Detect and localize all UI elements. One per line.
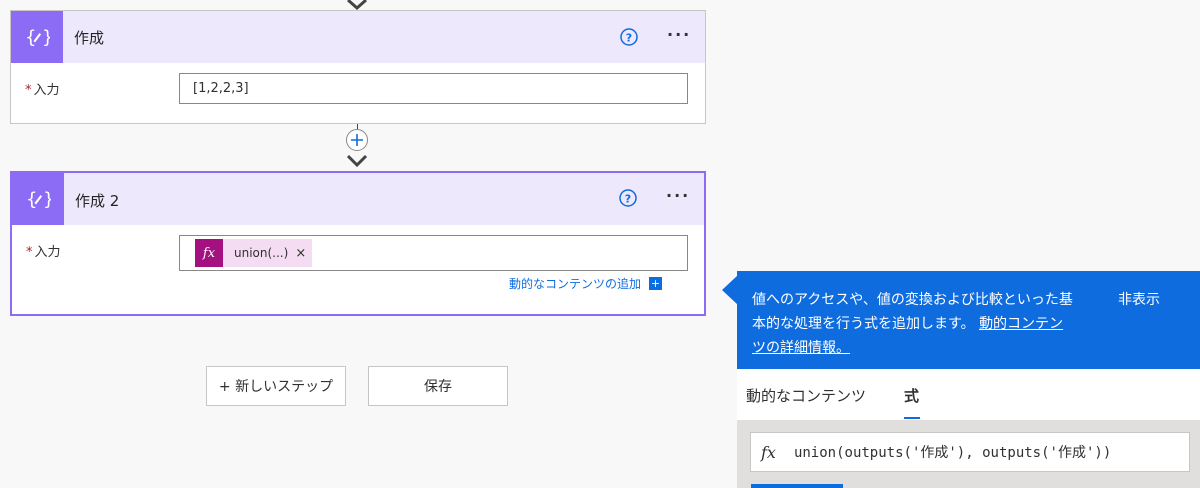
add-icon: +: [649, 277, 663, 290]
help-icon[interactable]: ?: [620, 28, 638, 46]
learn-more-link-continued[interactable]: ツの詳細情報。: [752, 340, 850, 356]
add-dynamic-content-label: 動的なコンテンツの追加: [509, 277, 642, 291]
new-step-label: + 新しいステップ: [218, 379, 334, 395]
compose-action-icon: { }: [12, 173, 64, 225]
connector-arrow: [346, 154, 368, 168]
fx-icon: fx: [195, 239, 223, 267]
tab-expression[interactable]: 式: [904, 385, 919, 406]
card-header[interactable]: { } 作成 2 ? ···: [12, 173, 704, 225]
input-field[interactable]: [1,2,2,3]: [179, 73, 688, 104]
compose-action-card[interactable]: { } 作成 ? ··· *入力 [1,2,2,3]: [10, 10, 706, 124]
token-label: union(...): [234, 246, 289, 260]
description-line-1: 値へのアクセスや、値の変換および比較といった基: [752, 292, 1073, 308]
expression-text: union(outputs('作成'), outputs('作成')): [793, 445, 1112, 461]
save-button[interactable]: 保存: [368, 366, 508, 406]
new-step-button[interactable]: + 新しいステップ: [206, 366, 346, 406]
compose-action-icon: { }: [11, 11, 63, 63]
input-label-text: 入力: [33, 83, 60, 98]
save-label: 保存: [424, 379, 452, 395]
svg-text:{: {: [25, 27, 36, 48]
tab-dynamic-content[interactable]: 動的なコンテンツ: [746, 385, 866, 406]
expression-editor-area: fx union(outputs('作成'), outputs('作成')): [737, 420, 1200, 488]
more-options-icon[interactable]: ···: [667, 25, 691, 44]
expression-input[interactable]: fx union(outputs('作成'), outputs('作成')): [750, 432, 1190, 472]
card-title: 作成 2: [75, 192, 120, 210]
required-mark: *: [25, 83, 32, 98]
more-options-icon[interactable]: ···: [666, 186, 690, 205]
learn-more-link[interactable]: 動的コンテン: [979, 316, 1063, 332]
input-label: * 入力: [25, 79, 60, 98]
input-label: * 入力: [26, 241, 61, 260]
svg-text:?: ?: [625, 193, 631, 206]
help-icon[interactable]: ?: [619, 189, 637, 207]
token-remove-icon[interactable]: ×: [295, 246, 306, 261]
input-label-text: 入力: [34, 245, 61, 260]
plus-icon: [351, 134, 363, 146]
ok-button-edge[interactable]: [751, 484, 843, 488]
svg-text:}: }: [42, 27, 50, 48]
add-dynamic-content-link[interactable]: 動的なコンテンツの追加 +: [509, 275, 663, 292]
compose-2-action-card[interactable]: { } 作成 2 ? ··· *入力 fx union(...) × 動的なコン…: [10, 171, 706, 316]
svg-text:{: {: [26, 189, 37, 210]
hide-button[interactable]: 非表示: [1118, 288, 1160, 312]
input-value: [1,2,2,3]: [193, 81, 249, 96]
input-field[interactable]: fx union(...) ×: [179, 235, 688, 271]
required-mark: *: [26, 245, 33, 260]
tab-expression-underline: [904, 417, 920, 419]
card-title: 作成: [74, 29, 105, 47]
callout-pointer: [722, 275, 738, 305]
expression-info-callout: 値へのアクセスや、値の変換および比較といった基 本的な処理を行う式を追加します。…: [737, 271, 1200, 369]
svg-text:}: }: [43, 189, 51, 210]
card-header[interactable]: { } 作成 ? ···: [11, 11, 705, 63]
callout-description: 値へのアクセスや、値の変換および比較といった基 本的な処理を行う式を追加します。…: [752, 288, 1107, 360]
expression-token[interactable]: fx union(...) ×: [195, 239, 313, 267]
fx-icon: fx: [761, 442, 776, 462]
svg-text:?: ?: [626, 32, 632, 45]
insert-step-button[interactable]: [346, 129, 368, 151]
description-line-2: 本的な処理を行う式を追加します。: [752, 316, 975, 332]
